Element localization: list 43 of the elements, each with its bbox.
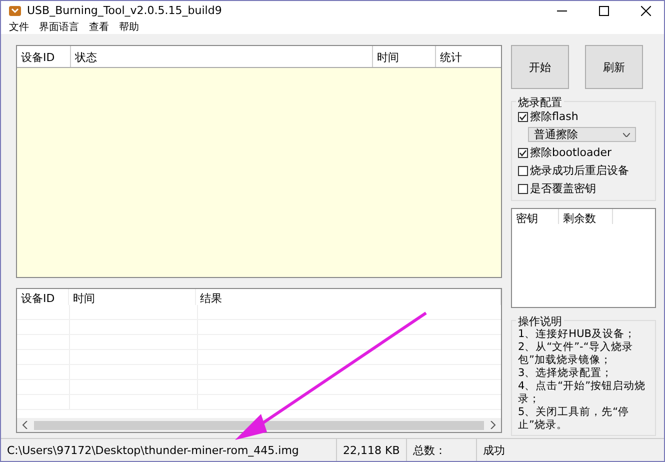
- column-header[interactable]: 结果: [196, 289, 501, 305]
- menu-item[interactable]: 查看: [89, 20, 109, 34]
- erase-mode-dropdown[interactable]: 普通擦除: [528, 127, 636, 142]
- column-header[interactable]: 密钥: [512, 209, 559, 224]
- horizontal-scrollbar[interactable]: [17, 418, 501, 432]
- column-header[interactable]: 设备ID: [17, 46, 71, 67]
- scroll-right-icon[interactable]: [490, 421, 496, 429]
- menu-item[interactable]: 文件: [9, 20, 29, 34]
- chevron-icon: [623, 132, 630, 136]
- group-title: 烧录配置: [516, 95, 564, 110]
- column-header[interactable]: 时间: [373, 46, 436, 67]
- checkbox-option[interactable]: 烧录成功后重启设备: [518, 163, 651, 178]
- menu-item[interactable]: 界面语言: [39, 20, 79, 34]
- checkbox-icon[interactable]: [518, 166, 528, 176]
- checkbox-option[interactable]: 擦除bootloader: [518, 145, 651, 160]
- total-label: 总数：: [407, 439, 477, 461]
- column-header[interactable]: 时间: [69, 289, 196, 305]
- column-header[interactable]: 状态: [71, 46, 373, 67]
- close-icon[interactable]: [641, 6, 651, 16]
- instruction-text: 4、点击“开始”按钮启动烧录；: [518, 380, 647, 406]
- checkbox-icon[interactable]: [518, 112, 528, 122]
- app-icon: [9, 4, 21, 16]
- instruction-text: 5、关闭工具前，先“停止”烧录。: [518, 406, 630, 432]
- instruction-text: 3、选择烧录配置；: [518, 367, 614, 380]
- checkbox-icon[interactable]: [518, 148, 528, 158]
- maximize-icon[interactable]: [599, 6, 609, 16]
- instruction-text: 2、从“文件”-“导入烧录包”加载烧录镜像；: [518, 341, 634, 367]
- action-button[interactable]: 刷新: [585, 45, 643, 89]
- column-header[interactable]: 统计: [436, 46, 501, 67]
- checkbox-option[interactable]: 是否覆盖密钥: [518, 181, 651, 196]
- scrollbar-thumb[interactable]: [34, 420, 484, 430]
- checkbox-icon[interactable]: [518, 184, 528, 194]
- column-header[interactable]: 剩余数: [559, 209, 613, 224]
- scroll-left-icon[interactable]: [22, 421, 28, 429]
- file-size: 22,118 KB: [337, 439, 407, 461]
- menu-item[interactable]: 帮助: [119, 20, 139, 34]
- window-title: USB_Burning_Tool_v2.0.5.15_build9: [27, 4, 223, 17]
- action-button[interactable]: 开始: [511, 45, 569, 89]
- success-label: 成功: [482, 442, 506, 458]
- instruction-text: 1、连接好HUB及设备；: [518, 328, 636, 341]
- column-header[interactable]: 设备ID: [17, 289, 69, 305]
- group-title: 操作说明: [516, 314, 564, 329]
- checkbox-option[interactable]: 擦除flash: [518, 109, 651, 124]
